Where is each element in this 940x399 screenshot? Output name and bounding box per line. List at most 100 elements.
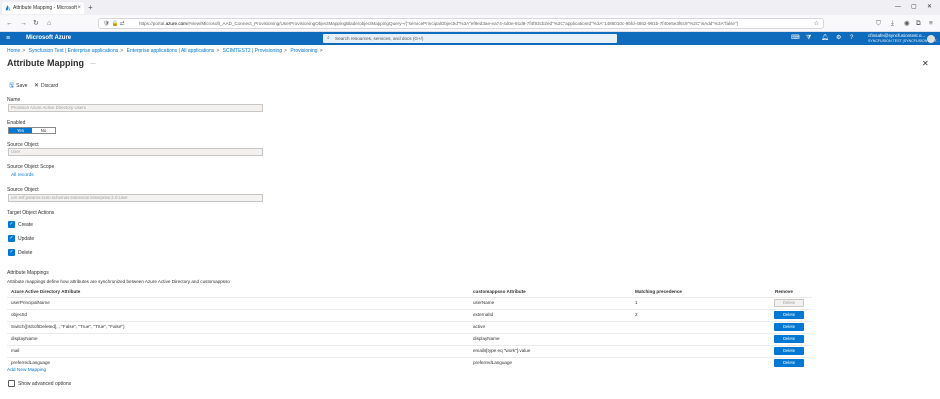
- delete-mapping-button[interactable]: Delete: [774, 323, 804, 331]
- save-icon: 🖫︎: [9, 83, 15, 89]
- settings-gear-icon[interactable]: ⚙: [836, 34, 841, 43]
- target-actions-label: Target Object Actions: [7, 210, 55, 216]
- breadcrumb-home[interactable]: Home: [7, 48, 20, 54]
- source-attribute-cell[interactable]: mail: [11, 346, 19, 356]
- show-advanced-checkbox[interactable]: [8, 380, 15, 387]
- source-scope-label: Source Object Scope: [7, 164, 55, 170]
- maximize-icon[interactable]: ▢: [911, 2, 917, 12]
- discard-icon: ✕: [34, 83, 40, 89]
- enabled-no-option[interactable]: No: [32, 128, 55, 133]
- more-options-icon[interactable]: …: [90, 60, 96, 66]
- site-info-icon[interactable]: 🛡 🔒 ⇄: [103, 19, 125, 28]
- target-object-label: Source Object: [7, 187, 39, 193]
- breadcrumb-provisioning[interactable]: Provisioning: [290, 48, 317, 54]
- delete-mapping-button[interactable]: Delete: [774, 347, 804, 355]
- help-icon[interactable]: ?: [850, 34, 853, 43]
- browser-nav-bar: ← → ↻ ⌂ 🛡 🔒 ⇄ https://portal.azure.com/#…: [0, 15, 940, 32]
- create-checkbox[interactable]: ✓: [8, 221, 15, 228]
- avatar[interactable]: [927, 35, 935, 43]
- target-attribute-cell: preferredLanguage: [473, 360, 513, 365]
- hamburger-menu-icon[interactable]: ≡: [6, 34, 10, 43]
- menu-icon[interactable]: ≡: [929, 19, 933, 28]
- target-attribute-cell: externalId: [473, 312, 494, 317]
- azure-search-placeholder: Search resources, services, and docs (G+…: [335, 36, 424, 41]
- close-blade-icon[interactable]: ✕: [922, 59, 929, 68]
- source-attribute-cell[interactable]: objectId: [11, 310, 27, 320]
- breadcrumb-separator: >: [120, 48, 124, 54]
- source-attribute-cell[interactable]: preferredLanguage: [11, 358, 50, 368]
- mappings-title: Attribute Mappings: [7, 270, 49, 276]
- column-header-precedence: Matching precedence: [635, 289, 682, 294]
- add-new-mapping-link[interactable]: Add New Mapping: [7, 368, 46, 373]
- name-label: Name: [7, 97, 21, 103]
- azure-search-input[interactable]: ⌕ Search resources, services, and docs (…: [323, 34, 617, 43]
- pocket-icon[interactable]: ⛉: [876, 19, 881, 28]
- target-attribute-cell: active: [473, 324, 486, 329]
- breadcrumb-scimtest2[interactable]: SCIMTEST2 | Provisioning: [223, 48, 282, 54]
- delete-mapping-button[interactable]: Delete: [774, 311, 804, 319]
- create-label: Create: [18, 222, 34, 228]
- precedence-cell: 1: [635, 300, 638, 305]
- target-attribute-cell: emails[type eq "work"].value: [473, 348, 531, 353]
- page-title: Attribute Mapping: [7, 58, 84, 68]
- save-button[interactable]: 🖫︎ Save: [9, 82, 28, 90]
- column-header-source: Azure Active Directory Attribute: [11, 289, 81, 294]
- discard-button[interactable]: ✕ Discard: [34, 82, 58, 90]
- breadcrumb-separator: >: [319, 48, 323, 54]
- source-attribute-cell[interactable]: displayName: [11, 334, 38, 344]
- cloud-shell-icon[interactable]: ⌨: [791, 34, 800, 43]
- enabled-yes-option[interactable]: Yes: [9, 128, 32, 133]
- precedence-cell: 2: [635, 312, 638, 317]
- table-row[interactable]: displayName displayName Delete: [7, 333, 812, 344]
- delete-mapping-button[interactable]: Delete: [774, 335, 804, 343]
- back-icon[interactable]: ←: [6, 19, 13, 28]
- source-scope-link[interactable]: All records: [11, 173, 34, 178]
- url-rest: /#view/Microsoft_AAD_Connect_Provisionin…: [187, 21, 739, 26]
- account-icon[interactable]: ◉: [904, 19, 910, 28]
- directory-filter-icon[interactable]: ⧩: [806, 34, 811, 43]
- browser-tab[interactable]: Attribute Mapping - Microsoft ×: [2, 2, 84, 14]
- column-header-target: customappsso Attribute: [473, 289, 526, 294]
- tab-close-icon[interactable]: ×: [77, 2, 81, 14]
- delete-mapping-button[interactable]: Delete: [774, 359, 804, 367]
- table-row[interactable]: objectId externalId 2 Delete: [7, 309, 812, 320]
- bookmark-star-icon[interactable]: ☆: [814, 19, 819, 28]
- new-tab-icon[interactable]: +: [88, 2, 93, 13]
- browser-tab-title: Attribute Mapping - Microsoft: [13, 5, 77, 11]
- table-row[interactable]: preferredLanguage preferredLanguage Dele…: [7, 357, 812, 368]
- delete-checkbox[interactable]: ✓: [8, 249, 15, 256]
- browser-tab-strip: Attribute Mapping - Microsoft × + — ▢ ✕: [0, 0, 940, 15]
- table-row[interactable]: Switch([IsSoftDeleted], , "False", "True…: [7, 321, 812, 332]
- source-attribute-cell[interactable]: userPrincipalName: [11, 298, 50, 308]
- window-close-icon[interactable]: ✕: [927, 2, 932, 12]
- search-icon: ⌕: [327, 35, 330, 41]
- minimize-icon[interactable]: —: [895, 2, 901, 12]
- azure-favicon-icon: [5, 5, 11, 11]
- source-attribute-cell[interactable]: Switch([IsSoftDeleted], , "False", "True…: [11, 322, 125, 332]
- column-header-remove: Remove: [775, 289, 793, 294]
- delete-mapping-button: Delete: [774, 299, 804, 307]
- extensions-icon[interactable]: ⧉: [916, 19, 921, 28]
- azure-brand[interactable]: Microsoft Azure: [26, 32, 71, 45]
- update-checkbox[interactable]: ✓: [8, 235, 15, 242]
- breadcrumb-all-applications[interactable]: Enterprise applications | All applicatio…: [127, 48, 215, 54]
- url-prefix: https://portal.: [139, 21, 166, 26]
- name-field[interactable]: Provision Azure Active Directory Users: [8, 104, 263, 112]
- table-row[interactable]: userPrincipalName userName 1 Delete: [7, 297, 812, 308]
- breadcrumb: Home > Syncfusion Test | Enterprise appli…: [7, 48, 324, 54]
- show-advanced-label: Show advanced options: [18, 381, 72, 387]
- forward-icon[interactable]: →: [20, 19, 27, 28]
- breadcrumb-enterprise-apps[interactable]: Syncfusion Test | Enterprise application…: [29, 48, 119, 54]
- target-attribute-cell: displayName: [473, 336, 500, 341]
- reload-icon[interactable]: ↻: [33, 19, 39, 28]
- target-attribute-cell: userName: [473, 300, 495, 305]
- azure-top-bar: ≡ Microsoft Azure ⌕ Search resources, se…: [0, 32, 940, 45]
- home-icon[interactable]: ⌂: [47, 19, 51, 28]
- save-label: Save: [16, 83, 28, 89]
- enabled-toggle[interactable]: Yes No: [8, 127, 56, 134]
- table-row[interactable]: mail emails[type eq "work"].value Delete: [7, 345, 812, 356]
- breadcrumb-separator: >: [216, 48, 220, 54]
- downloads-icon[interactable]: ⤓: [891, 19, 894, 28]
- notifications-icon[interactable]: 🔔︎: [821, 34, 829, 43]
- url-bar[interactable]: 🛡 🔒 ⇄ https://portal.azure.com/#view/Mic…: [98, 18, 824, 29]
